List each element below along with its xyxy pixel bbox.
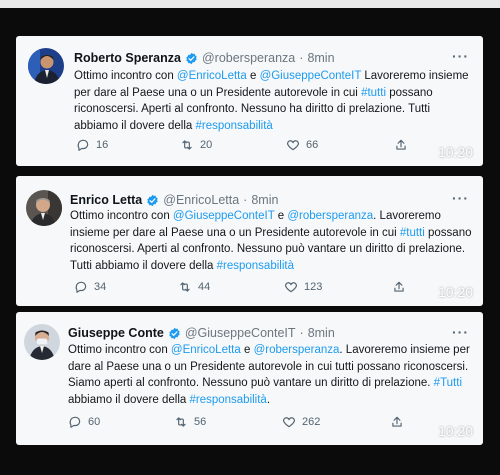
like-count: 262 xyxy=(302,416,321,428)
reply-count: 34 xyxy=(94,281,107,293)
more-options-button[interactable]: ··· xyxy=(452,190,469,206)
video-timestamp: 10:20 xyxy=(437,423,473,439)
verified-badge-icon xyxy=(169,327,180,339)
like-button[interactable]: 123 xyxy=(284,280,322,294)
text-fragment: e xyxy=(240,344,254,356)
text-fragment: e xyxy=(274,210,288,222)
reply-icon xyxy=(77,139,89,151)
tweet-actions: 16 20 66 xyxy=(76,138,466,154)
heart-icon xyxy=(285,282,297,293)
retweet-icon xyxy=(182,140,192,150)
separator-dot: · xyxy=(243,193,248,207)
separator-dot: · xyxy=(299,326,304,340)
reply-button[interactable]: 34 xyxy=(74,280,106,294)
more-options-button[interactable]: ··· xyxy=(452,324,469,340)
mention-link[interactable]: @GiuseppeConteIT xyxy=(260,70,362,82)
heart-icon xyxy=(283,417,295,428)
like-count: 123 xyxy=(304,281,323,293)
author-handle[interactable]: @GiuseppeConteIT xyxy=(185,326,296,340)
mention-link[interactable]: @EnricoLetta xyxy=(171,344,241,356)
tweet-age[interactable]: 8min xyxy=(251,193,278,207)
avatar[interactable] xyxy=(24,324,60,360)
video-timestamp: 10:20 xyxy=(437,284,473,300)
retweet-count: 44 xyxy=(198,281,211,293)
tweet-actions: 34 44 123 xyxy=(74,280,464,296)
hashtag-link[interactable]: #tutti xyxy=(400,227,425,239)
retweet-icon xyxy=(176,417,186,427)
reply-count: 16 xyxy=(96,139,109,151)
avatar-letta-icon xyxy=(26,190,62,226)
hashtag-link[interactable]: #responsabilità xyxy=(217,260,294,272)
share-button[interactable] xyxy=(394,138,408,152)
like-button[interactable]: 262 xyxy=(282,415,320,429)
video-timestamp: 10:20 xyxy=(437,144,473,160)
retweet-button[interactable]: 56 xyxy=(174,415,206,429)
author-handle[interactable]: @robersperanza xyxy=(202,51,295,65)
tweet-header: Giuseppe Conte @GiuseppeConteIT · 8min xyxy=(68,325,335,341)
reply-icon xyxy=(69,416,81,428)
text-fragment: . xyxy=(266,393,271,406)
retweet-count: 20 xyxy=(200,139,213,151)
hashtag-link[interactable]: #Tutti xyxy=(434,377,462,389)
text-fragment: Ottimo incontro con xyxy=(68,344,171,356)
like-count: 66 xyxy=(306,139,319,151)
text-fragment: e xyxy=(246,70,260,82)
tweet-card-conte[interactable]: Giuseppe Conte @GiuseppeConteIT · 8min ·… xyxy=(16,312,483,445)
text-fragment: abbiamo il dovere della xyxy=(68,393,190,406)
tweet-text: Ottimo incontro con @EnricoLetta e @Gius… xyxy=(74,68,474,134)
tweet-actions: 60 56 262 xyxy=(68,415,458,431)
author-name[interactable]: Roberto Speranza xyxy=(74,51,181,65)
verified-badge-icon xyxy=(147,194,158,206)
tweet-age[interactable]: 8min xyxy=(307,51,334,65)
retweet-button[interactable]: 20 xyxy=(180,138,212,152)
reply-button[interactable]: 16 xyxy=(76,138,108,152)
verified-badge-icon xyxy=(186,52,197,64)
share-icon xyxy=(396,139,406,150)
tweet-text: Ottimo incontro con @EnricoLetta e @robe… xyxy=(68,342,476,408)
avatar-conte-icon xyxy=(24,324,60,360)
avatar[interactable] xyxy=(26,190,62,226)
tweet-header: Enrico Letta @EnricoLetta · 8min xyxy=(70,192,278,208)
tweet-card-speranza[interactable]: Roberto Speranza @robersperanza · 8min ·… xyxy=(16,36,483,166)
reply-button[interactable]: 60 xyxy=(68,415,100,429)
avatar[interactable] xyxy=(28,48,64,84)
mention-link[interactable]: @robersperanza xyxy=(287,210,373,222)
tweet-header: Roberto Speranza @robersperanza · 8min xyxy=(74,50,335,66)
author-handle[interactable]: @EnricoLetta xyxy=(163,193,239,207)
author-name[interactable]: Enrico Letta xyxy=(70,193,142,207)
top-bar xyxy=(0,0,500,8)
mention-link[interactable]: @robersperanza xyxy=(254,344,340,356)
more-options-button[interactable]: ··· xyxy=(452,48,469,64)
share-icon xyxy=(392,416,402,427)
text-fragment: Ottimo incontro con xyxy=(70,210,173,222)
reply-count: 60 xyxy=(88,416,101,428)
hashtag-link[interactable]: #responsabilità xyxy=(189,394,266,406)
tweet-text: Ottimo incontro con @GiuseppeConteIT e @… xyxy=(70,208,475,274)
share-icon xyxy=(394,281,404,292)
mention-link[interactable]: @EnricoLetta xyxy=(177,70,247,82)
reply-icon xyxy=(75,281,87,293)
hashtag-link[interactable]: #tutti xyxy=(361,87,386,99)
separator-dot: · xyxy=(299,51,304,65)
heart-icon xyxy=(287,140,299,151)
tweet-age[interactable]: 8min xyxy=(308,326,335,340)
tweet-card-letta[interactable]: Enrico Letta @EnricoLetta · 8min ··· Ott… xyxy=(16,176,483,306)
share-button[interactable] xyxy=(392,280,406,294)
text-fragment: Ottimo incontro con xyxy=(74,70,177,82)
retweet-button[interactable]: 44 xyxy=(178,280,210,294)
avatar-speranza-icon xyxy=(28,48,64,84)
mention-link[interactable]: @GiuseppeConteIT xyxy=(173,210,275,222)
retweet-count: 56 xyxy=(194,416,207,428)
hashtag-link[interactable]: #responsabilità xyxy=(195,120,272,132)
retweet-icon xyxy=(180,282,190,292)
like-button[interactable]: 66 xyxy=(286,138,318,152)
author-name[interactable]: Giuseppe Conte xyxy=(68,326,164,340)
share-button[interactable] xyxy=(390,415,404,429)
